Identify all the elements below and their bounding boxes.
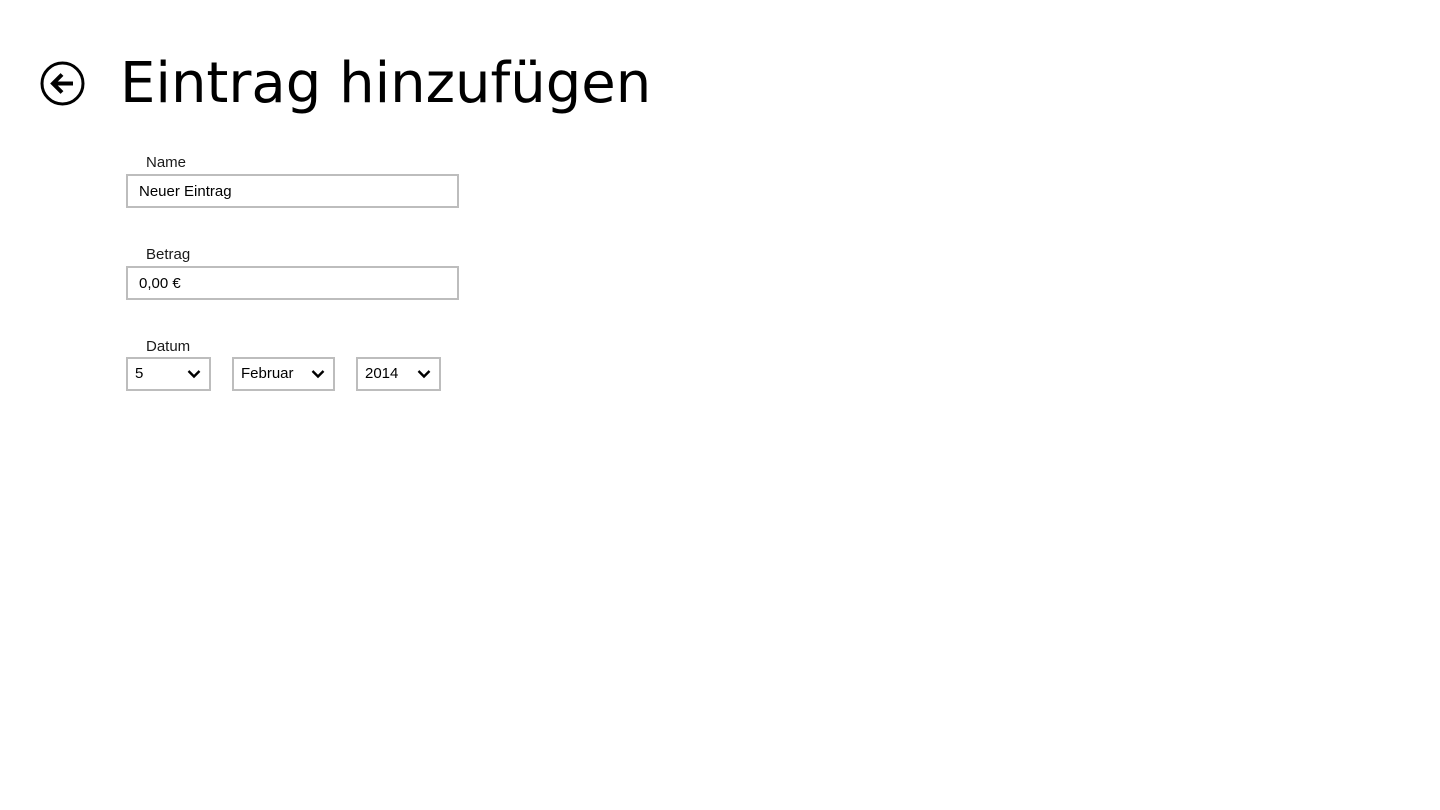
chevron-down-icon — [417, 368, 431, 380]
year-select[interactable]: 2014 — [356, 357, 441, 391]
year-value: 2014 — [365, 365, 399, 382]
chevron-down-icon — [311, 368, 325, 380]
back-arrow-circle-icon — [40, 61, 85, 106]
amount-input[interactable] — [126, 266, 459, 300]
month-value: Februar — [241, 365, 294, 382]
amount-label: Betrag — [146, 246, 191, 263]
back-button[interactable] — [40, 61, 85, 106]
month-select[interactable]: Februar — [232, 357, 335, 391]
day-select[interactable]: 5 — [126, 357, 211, 391]
day-value: 5 — [135, 365, 144, 382]
page-title: Eintrag hinzufügen — [120, 51, 652, 116]
chevron-down-icon — [187, 368, 201, 380]
name-input[interactable] — [126, 174, 459, 208]
add-entry-page: Eintrag hinzufügen Name Betrag Datum 5 F… — [0, 0, 1440, 810]
name-label: Name — [146, 154, 187, 171]
date-label: Datum — [146, 338, 191, 355]
